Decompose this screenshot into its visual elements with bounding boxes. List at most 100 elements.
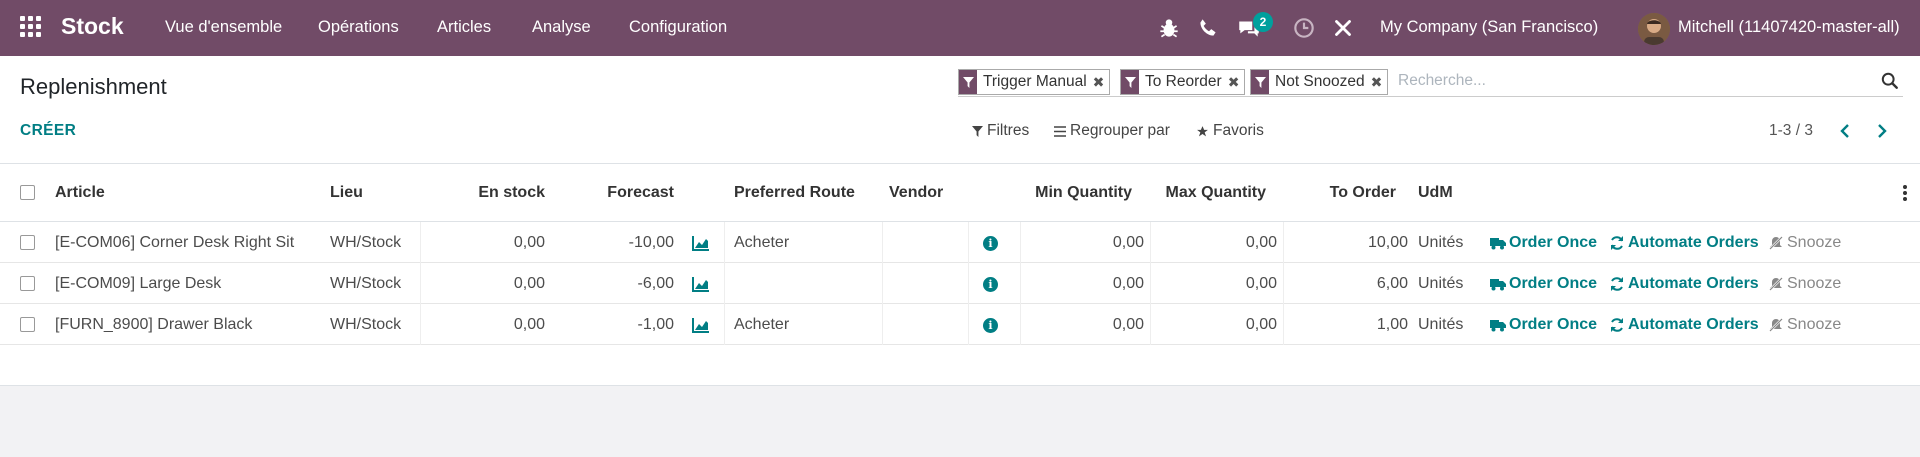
automate-orders-label: Automate Orders [1628,316,1759,333]
truck-icon [1490,238,1506,250]
forecast-chart-icon[interactable] [692,317,710,333]
facet-trigger-manual: Trigger Manual ✖ [958,69,1111,95]
list-bars-icon [1054,125,1066,137]
table-row[interactable]: [E-COM06] Corner Desk Right Sit WH/Stock… [0,222,1920,263]
table-row[interactable]: [FURN_8900] Drawer Black WH/Stock 0,00 -… [0,304,1920,345]
cell-lieu: WH/Stock [330,316,402,333]
refresh-icon [1611,318,1623,332]
cell-forecast: -1,00 [637,316,674,333]
menu-articles[interactable]: Articles [437,18,491,37]
snooze-button[interactable]: Snooze [1768,275,1841,293]
apps-menu-icon[interactable] [20,16,42,38]
tools-icon[interactable] [1330,15,1356,41]
search-icon[interactable] [1881,72,1899,90]
info-icon[interactable]: i [983,318,998,333]
snooze-button[interactable]: Snooze [1768,316,1841,334]
filter-funnel-icon [959,70,977,94]
col-vendor[interactable]: Vendor [889,184,943,202]
table-row[interactable]: [E-COM09] Large Desk WH/Stock 0,00 -6,00… [0,263,1920,304]
pager-value[interactable]: 1-3 / 3 [1769,122,1813,140]
pager-next-icon[interactable] [1872,122,1890,140]
menu-overview[interactable]: Vue d'ensemble [165,18,282,37]
filter-funnel-icon [972,125,983,137]
debug-bug-icon[interactable] [1156,15,1182,41]
row-checkbox[interactable] [20,235,35,250]
filters-label: Filtres [987,122,1030,139]
cell-stock: 0,00 [513,316,545,333]
info-icon[interactable]: i [983,236,998,251]
activity-clock-icon[interactable] [1291,15,1317,41]
filter-funnel-icon [1121,70,1139,94]
col-uom[interactable]: UdM [1418,184,1453,202]
order-once-label: Order Once [1509,234,1598,251]
bell-slash-icon [1769,277,1783,291]
facet-remove-icon[interactable]: ✖ [1228,74,1245,91]
order-once-button[interactable]: Order Once [1490,275,1597,293]
control-panel: Replenishment CRÉER Trigger Manual ✖ To … [0,56,1920,164]
filter-funnel-icon [1251,70,1269,94]
snooze-button[interactable]: Snooze [1768,234,1841,252]
search-input[interactable]: Recherche... [1398,72,1486,90]
order-once-button[interactable]: Order Once [1490,316,1597,334]
star-icon [1197,125,1208,136]
col-forecast[interactable]: Forecast [560,184,674,202]
cell-min-qty: 0,00 [1112,234,1144,251]
forecast-chart-icon[interactable] [692,276,710,292]
refresh-icon [1611,236,1623,250]
column-options-icon[interactable] [1903,185,1907,201]
row-checkbox[interactable] [20,276,35,291]
menu-analysis[interactable]: Analyse [532,18,591,37]
col-route[interactable]: Preferred Route [734,184,855,202]
select-all-checkbox[interactable] [20,185,35,200]
favorites-button[interactable]: Favoris [1196,122,1264,140]
facet-remove-icon[interactable]: ✖ [1371,74,1388,91]
cell-max-qty: 0,00 [1245,234,1277,251]
cell-uom: Unités [1418,234,1464,251]
facet-to-reorder: To Reorder ✖ [1120,69,1246,95]
bell-slash-icon [1769,236,1783,250]
snooze-label: Snooze [1787,316,1842,333]
truck-icon [1490,320,1506,332]
pager-previous-icon[interactable] [1837,122,1855,140]
cell-stock: 0,00 [513,234,545,251]
cell-route: Acheter [734,316,790,333]
automate-orders-button[interactable]: Automate Orders [1609,316,1759,334]
cell-uom: Unités [1418,275,1464,292]
automate-orders-button[interactable]: Automate Orders [1609,234,1759,252]
col-article[interactable]: Article [55,184,105,202]
cell-stock: 0,00 [513,275,545,292]
phone-icon[interactable] [1195,15,1221,41]
col-min-qty[interactable]: Min Quantity [1010,184,1132,202]
user-menu[interactable]: Mitchell (11407420-master-all) [1678,18,1900,37]
chat-badge: 2 [1253,12,1273,32]
user-avatar[interactable] [1638,13,1670,45]
groupby-button[interactable]: Regrouper par [1054,122,1170,140]
facet-label: To Reorder [1145,73,1222,90]
create-button[interactable]: CRÉER [20,122,76,140]
favorites-label: Favoris [1213,122,1264,139]
col-lieu[interactable]: Lieu [330,184,363,202]
company-switcher[interactable]: My Company (San Francisco) [1380,18,1598,37]
facet-label: Trigger Manual [983,73,1087,90]
cell-forecast: -6,00 [637,275,674,292]
order-once-button[interactable]: Order Once [1490,234,1597,252]
col-to-order[interactable]: To Order [1290,184,1396,202]
automate-orders-button[interactable]: Automate Orders [1609,275,1759,293]
menu-configuration[interactable]: Configuration [629,18,727,37]
info-icon[interactable]: i [983,277,998,292]
app-brand[interactable]: Stock [61,13,124,40]
menu-operations[interactable]: Opérations [318,18,399,37]
row-checkbox[interactable] [20,317,35,332]
facet-remove-icon[interactable]: ✖ [1093,74,1110,91]
col-stock[interactable]: En stock [440,184,545,202]
cell-to-order: 1,00 [1376,316,1408,333]
order-once-label: Order Once [1509,316,1598,333]
cell-to-order: 6,00 [1376,275,1408,292]
replenishment-list: Article Lieu En stock Forecast Preferred… [0,164,1920,386]
page-title: Replenishment [20,74,167,99]
forecast-chart-icon[interactable] [692,235,710,251]
cell-max-qty: 0,00 [1245,275,1277,292]
col-max-qty[interactable]: Max Quantity [1140,184,1266,202]
filters-button[interactable]: Filtres [972,122,1029,140]
cell-article: [FURN_8900] Drawer Black [55,316,253,333]
